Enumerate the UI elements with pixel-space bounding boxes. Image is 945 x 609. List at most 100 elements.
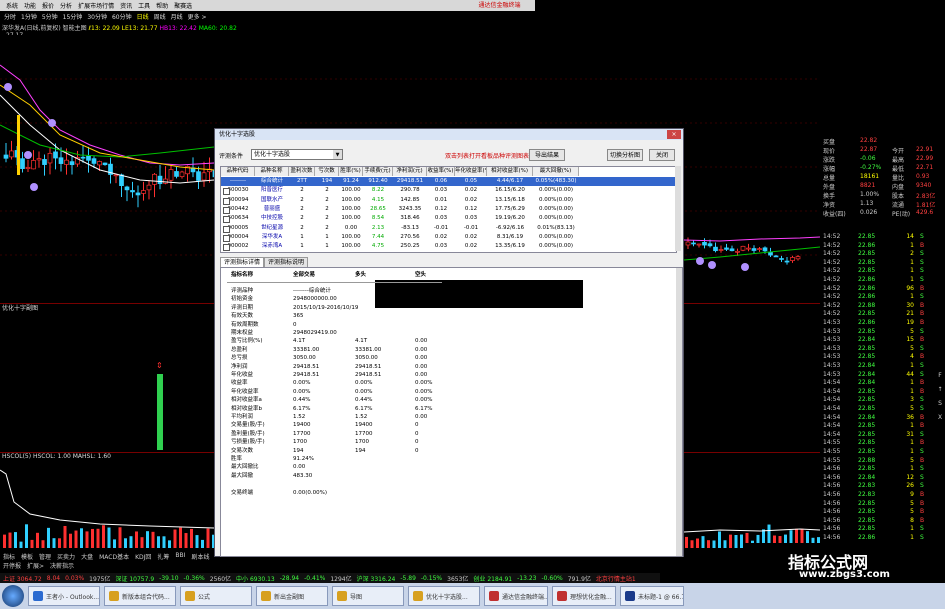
table-cell: 2 (300, 215, 304, 222)
indicator-tab[interactable]: 模板 (21, 552, 33, 561)
column-header[interactable]: 手续费(元) (363, 167, 393, 176)
chevron-down-icon[interactable]: ▼ (333, 150, 342, 159)
export-button[interactable]: 导出结果 (529, 149, 565, 161)
edge-button[interactable]: ↑ (935, 386, 945, 393)
table-cell: 0.02 (434, 233, 448, 240)
tick-price: 22.85 (858, 233, 876, 240)
tab-detail[interactable]: 评测指标详情 (220, 257, 265, 267)
table-row[interactable]: 300030 阳普医疗 2 2 100.00 8.22 290.78 0.03 0.02 16.1… (221, 186, 676, 196)
indicator-tab[interactable]: 管理 (39, 552, 51, 561)
dialog-title: 优化十字选股 (215, 129, 683, 140)
tick-time: 14:56 (823, 499, 841, 507)
row-checkbox[interactable] (223, 216, 230, 224)
menu-item[interactable]: 聚赛选 (174, 1, 192, 10)
menu-item[interactable]: 分析 (60, 1, 72, 10)
table-row[interactable]: 000002 深赤湾A 1 1 100.00 4.75 250.25 0.03 0.02 13.3… (221, 242, 676, 252)
table-row[interactable]: 000005 世纪星源 2 2 0.00 2.13 -83.13 -0.01 -0.01 -6.9… (221, 224, 676, 233)
indicator-tab[interactable]: 剧本线 (191, 552, 209, 561)
switch-chart-button[interactable]: 切换分析图 (607, 149, 643, 161)
indicator-tab[interactable]: 决薪指示 (50, 561, 74, 570)
row-checkbox[interactable] (223, 244, 230, 252)
period-tab[interactable]: 更多 > (188, 12, 207, 21)
edge-button[interactable]: X (935, 414, 945, 421)
menu-item[interactable]: 功能 (24, 1, 36, 10)
menu-item[interactable]: 帮助 (156, 1, 168, 10)
taskbar-button[interactable]: 新版本组合代码... (104, 586, 176, 606)
row-checkbox[interactable] (223, 197, 230, 205)
period-tab[interactable]: 分时 (4, 12, 16, 21)
column-header[interactable]: 收益率(%) (427, 167, 455, 176)
taskbar-button[interactable]: 理想优化金融... (552, 586, 616, 606)
menu-item[interactable]: 系统 (6, 1, 18, 10)
indicator-tab[interactable]: KDJ回 (135, 552, 151, 561)
period-tab[interactable]: 5分钟 (42, 12, 58, 21)
column-header[interactable]: 盈利次数 (289, 167, 315, 176)
report-cell: 1.52 (355, 414, 368, 420)
tick-volume: 5 (910, 508, 914, 516)
report-header: 指标名称 全部交易 多头 空头 (221, 272, 681, 280)
report-cell: 相对收益率a (231, 397, 262, 404)
indicator-tab[interactable]: MACD基本 (99, 552, 129, 561)
taskbar-button[interactable]: 未标题-1 @ 66.7... (620, 586, 684, 606)
condition-select[interactable]: 优化十字选股 ▼ (251, 149, 343, 160)
menu-item[interactable]: 资讯 (120, 1, 132, 10)
tick-volume: 30 (906, 301, 914, 309)
indicator-tab[interactable]: 扎筹 (157, 552, 169, 561)
tick-volume: 26 (906, 482, 914, 490)
menu-item[interactable]: 报价 (42, 1, 54, 10)
indicator-tab[interactable]: 指标 (3, 552, 15, 561)
period-tab[interactable]: 1分钟 (21, 12, 37, 21)
indicator-tab[interactable]: BBI (175, 552, 185, 561)
indicator-tab[interactable]: 开停报 (3, 561, 21, 570)
menu-item[interactable]: 扩展市场行情 (78, 1, 114, 10)
period-tab[interactable]: 60分钟 (112, 12, 132, 21)
edge-button[interactable]: S (935, 400, 945, 407)
taskbar-button[interactable]: 王者小 - Outlook... (28, 586, 100, 606)
column-header[interactable]: 亏次数 (315, 167, 339, 176)
column-header[interactable]: 胜率(%) (339, 167, 363, 176)
column-header[interactable]: 最大回撤(%) (533, 167, 579, 176)
row-checkbox[interactable] (223, 234, 230, 242)
signal-bar (17, 115, 20, 175)
row-checkbox[interactable] (223, 225, 230, 233)
tick-row: 14:54 22.84 1 B (820, 379, 945, 388)
indicator-tab[interactable]: 买卖力 (57, 552, 75, 561)
column-header[interactable]: 品种名称 (255, 167, 289, 176)
table-cell: 0.02 (464, 196, 478, 203)
row-checkbox[interactable] (223, 188, 230, 196)
column-header[interactable]: 品种代码 (221, 167, 255, 176)
column-header[interactable]: 年化收益率(%) (455, 167, 487, 176)
table-scrollbar[interactable] (675, 166, 681, 251)
indicator-tab[interactable]: 大盘 (81, 552, 93, 561)
tab-description[interactable]: 评测指标说明 (264, 257, 309, 267)
row-checkbox[interactable] (223, 206, 230, 214)
taskbar-button[interactable]: 导图 (332, 586, 404, 606)
period-tab[interactable]: 月线 (171, 12, 183, 21)
edge-button[interactable]: F (935, 372, 945, 379)
table-row[interactable]: 000004 深华发A 1 1 100.00 7.44 270.56 0.02 0.02 8.31… (221, 233, 676, 242)
period-tab[interactable]: 15分钟 (63, 12, 83, 21)
menu-item[interactable]: 工具 (138, 1, 150, 10)
taskbar-button[interactable]: 通达信金融终端... (484, 586, 548, 606)
table-row[interactable]: 300094 国联水产 2 2 100.00 4.15 142.85 0.01 0.02 13.1… (221, 196, 676, 205)
period-tab[interactable]: 30分钟 (87, 12, 107, 21)
column-header[interactable]: 相对收益率(%) (487, 167, 533, 176)
start-button[interactable] (2, 585, 24, 607)
taskbar-label: 优化十字选股... (426, 593, 468, 601)
table-row[interactable]: -------- 综合统计 2TT 194 91.24 912.40 29418.51 0.0… (221, 177, 676, 187)
taskbar-button[interactable]: 优化十字选股... (408, 586, 480, 606)
table-row[interactable]: 600634 中技控股 2 2 100.00 8.54 318.46 0.03 0.03 19.1… (221, 214, 676, 224)
table-row[interactable]: 300442 普丽盛 2 2 100.00 28.65 3243.35 0.12 0.12 17.… (221, 205, 676, 214)
period-tab[interactable]: 周线 (154, 12, 166, 21)
table-cell: 世纪星源 (260, 224, 283, 231)
column-header[interactable]: 净利润(元) (393, 167, 427, 176)
table-cell: 100.00 (341, 196, 361, 203)
close-button[interactable]: 关闭 (649, 149, 675, 161)
period-tab[interactable]: 日线 (137, 12, 149, 21)
close-icon[interactable]: × (667, 130, 681, 139)
taskbar-button[interactable]: 公式 (180, 586, 252, 606)
backtest-dialog: 优化十字选股 × 评测条件 优化十字选股 ▼ 双击列表打开看板品种评测图表 导出… (214, 128, 684, 557)
report-scrollbar[interactable] (676, 268, 682, 556)
taskbar-button[interactable]: 新出金副图 (256, 586, 328, 606)
indicator-tab[interactable]: 扩展> (27, 561, 44, 570)
